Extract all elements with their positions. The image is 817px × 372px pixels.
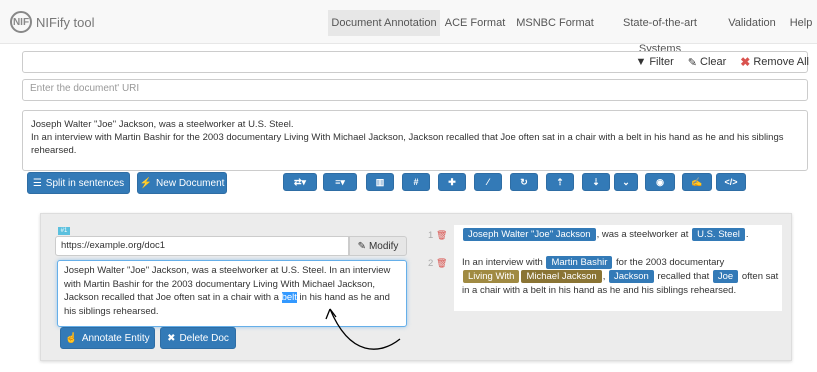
tab-help[interactable]: Help xyxy=(786,10,816,36)
uri-placeholder: Enter the document' URI xyxy=(30,83,140,94)
nif-logo-icon: NIF xyxy=(10,11,32,33)
entity-annotation[interactable]: Living With xyxy=(463,270,520,283)
filter-icon: ▼ xyxy=(635,56,647,68)
tab-validation[interactable]: Validation xyxy=(724,10,780,36)
flash-icon: ⚡ xyxy=(139,177,153,189)
tab-document-annotation[interactable]: Document Annotation xyxy=(328,10,440,36)
sentence-text: recalled that xyxy=(654,271,712,282)
new-document-button[interactable]: ⚡ New Document xyxy=(137,172,227,194)
selected-text[interactable]: belt xyxy=(281,292,297,303)
upload-icon[interactable]: ⇡ xyxy=(546,173,574,191)
edit-icon[interactable]: ✍ xyxy=(682,173,712,191)
brand[interactable]: NIF NIFify tool xyxy=(10,10,95,34)
shuffle-icon[interactable]: ⇄▾ xyxy=(283,173,317,191)
entity-annotation[interactable]: Jackson xyxy=(608,270,654,283)
hand-pointer-icon: ☝ xyxy=(65,332,78,344)
code-icon[interactable]: </> xyxy=(716,173,746,191)
sentence-2: In an interview with Martin Bashir for t… xyxy=(462,256,780,298)
doc-url-input[interactable]: https://example.org/doc1 xyxy=(55,236,349,256)
chart-icon[interactable]: ▥ xyxy=(366,173,394,191)
filter-button[interactable]: ▼ Filter xyxy=(635,56,673,68)
annotation-arrow xyxy=(325,308,401,350)
doc-number-badge: #1 xyxy=(58,227,70,235)
document-text: Joseph Walter "Joe" Jackson, was a steel… xyxy=(31,119,784,156)
navbar: NIF NIFify tool Document Annotation ACE … xyxy=(0,0,817,55)
entity-annotation[interactable]: U.S. Steel xyxy=(692,228,745,241)
sentence-1-controls: 1 🗑 xyxy=(428,230,448,241)
sentence-2-controls: 2 🗑 xyxy=(428,258,448,269)
clear-button[interactable]: ✎ Clear xyxy=(688,56,727,69)
puzzle-icon[interactable]: ✚ xyxy=(438,173,466,191)
entity-annotation[interactable]: Joe xyxy=(712,270,739,283)
sentence-text: , xyxy=(602,271,608,282)
sentence-text: In an interview with xyxy=(462,257,546,268)
trash-icon[interactable]: 🗑 xyxy=(436,258,447,268)
trash-icon[interactable]: 🗑 xyxy=(436,230,447,240)
edit-icon: ✎ xyxy=(357,240,366,252)
refresh-icon[interactable]: ↻ xyxy=(510,173,538,191)
close-icon: ✖ xyxy=(167,332,176,344)
align-icon[interactable]: ≡▾ xyxy=(323,173,357,191)
split-sentences-button[interactable]: ☰ Split in sentences xyxy=(27,172,130,194)
sentence-text: for the 2003 documentary xyxy=(613,257,725,268)
filter-toolbar: ▼ Filter ✎ Clear ✖ Remove All xyxy=(635,53,809,71)
sentence-1: Joseph Walter "Joe" Jackson, was a steel… xyxy=(462,228,780,242)
remove-icon: ✖ xyxy=(740,55,751,69)
eye-icon[interactable]: ◉ xyxy=(645,173,675,191)
eraser-icon: ✎ xyxy=(687,56,697,69)
list-icon: ☰ xyxy=(32,177,42,189)
delete-doc-button[interactable]: ✖ Delete Doc xyxy=(160,327,236,349)
entity-annotation[interactable]: Joseph Walter "Joe" Jackson xyxy=(463,228,596,241)
entity-annotation[interactable]: Michael Jackson xyxy=(521,270,602,283)
tab-msnbc-format[interactable]: MSNBC Format xyxy=(512,10,598,36)
chevron-down-icon[interactable]: ⌄ xyxy=(614,173,638,191)
document-uri-input[interactable] xyxy=(22,79,808,101)
sentence-text: . xyxy=(745,229,749,240)
brand-name: NIFify tool xyxy=(36,14,95,30)
annotate-entity-button[interactable]: ☝ Annotate Entity xyxy=(60,327,155,349)
remove-all-button[interactable]: ✖ Remove All xyxy=(740,55,809,69)
sentence-text: , was a steelworker at xyxy=(596,229,692,240)
entity-annotation[interactable]: Martin Bashir xyxy=(546,256,613,269)
tab-ace-format[interactable]: ACE Format xyxy=(442,10,508,36)
tab-state-of-the-art[interactable]: State-of-the-art Systems xyxy=(602,10,718,55)
hash-icon[interactable]: # xyxy=(402,173,430,191)
download-icon[interactable]: ⇣ xyxy=(582,173,610,191)
wand-icon[interactable]: ⁄ xyxy=(474,173,502,191)
modify-button[interactable]: ✎ Modify xyxy=(349,236,407,256)
